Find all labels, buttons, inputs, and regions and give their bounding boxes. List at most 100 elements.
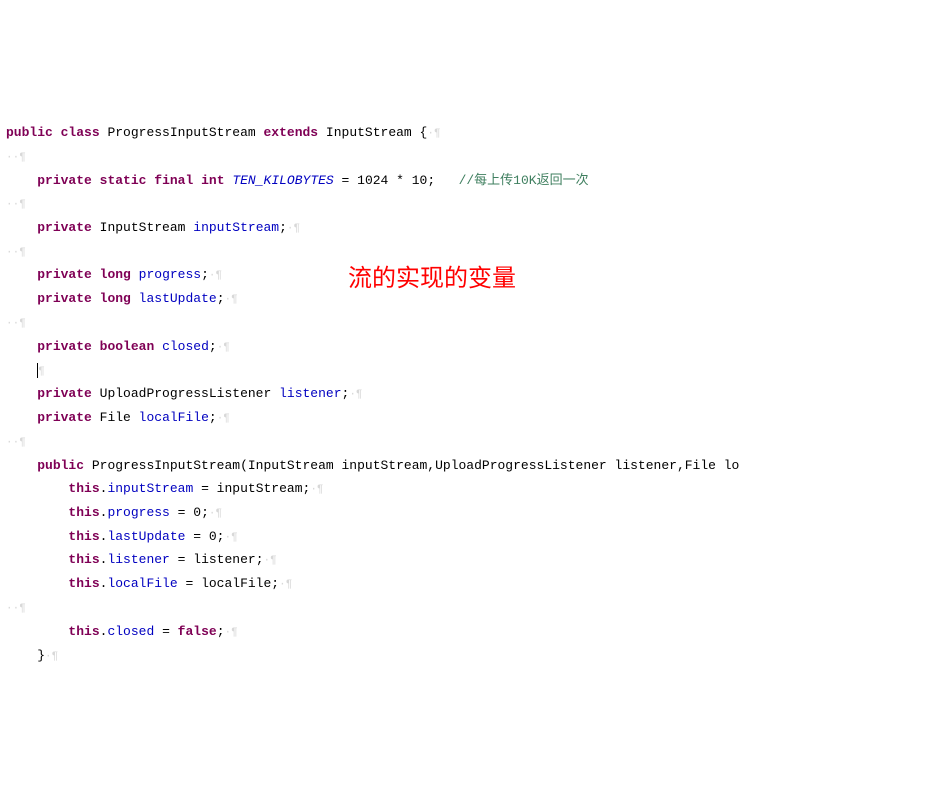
keyword-long: long — [100, 291, 131, 306]
field-name: closed — [162, 339, 209, 354]
keyword-this: this — [68, 552, 99, 567]
keyword-public: public — [6, 125, 53, 140]
field-name: progress — [107, 505, 169, 520]
keyword-private: private — [37, 386, 92, 401]
line-16: }·¶ — [6, 648, 58, 663]
ws-marker: ··¶ — [6, 199, 26, 211]
line-14: this.localFile = localFile;·¶ — [6, 576, 292, 591]
semicolon: ; — [209, 410, 217, 425]
ws-marker: ·¶ — [217, 342, 230, 354]
line-10: this.inputStream = inputStream;·¶ — [6, 481, 324, 496]
dot: . — [100, 552, 108, 567]
line-6: private boolean closed;·¶ — [6, 339, 230, 354]
ws-marker: ··¶ — [6, 247, 26, 259]
assign: = localFile; — [178, 576, 279, 591]
line-blank: ··¶ — [6, 600, 26, 615]
assign: = 0; — [185, 529, 224, 544]
field-name: lastUpdate — [107, 529, 185, 544]
type: InputStream — [100, 220, 186, 235]
ws-marker: ·¶ — [349, 389, 362, 401]
field-name: localFile — [107, 576, 177, 591]
ws-marker: ··¶ — [6, 437, 26, 449]
line-blank: ··¶ — [6, 149, 26, 164]
ws-marker: ·¶ — [225, 627, 238, 639]
ws-marker: ·¶ — [45, 651, 58, 663]
line-8: private File localFile;·¶ — [6, 410, 230, 425]
keyword-this: this — [68, 576, 99, 591]
field-name: lastUpdate — [139, 291, 217, 306]
ws-marker: ·¶ — [217, 413, 230, 425]
semicolon: ; — [217, 291, 225, 306]
type: UploadProgressListener — [100, 386, 272, 401]
keyword-static: static — [100, 173, 147, 188]
assign: = listener; — [170, 552, 264, 567]
ws-marker: ·¶ — [279, 579, 292, 591]
comment: //每上传10K返回一次 — [459, 173, 589, 188]
dot: . — [100, 576, 108, 591]
line-blank: ··¶ — [6, 434, 26, 449]
keyword-final: final — [154, 173, 193, 188]
semicolon: ; — [279, 220, 287, 235]
line-blank: ··¶ — [6, 315, 26, 330]
keyword-int: int — [201, 173, 224, 188]
type: File — [100, 410, 131, 425]
line-15: this.closed = false;·¶ — [6, 624, 238, 639]
line-12: this.lastUpdate = 0;·¶ — [6, 529, 238, 544]
line-blank: ··¶ — [6, 244, 26, 259]
ws-marker: ··¶ — [6, 603, 26, 615]
keyword-private: private — [37, 173, 92, 188]
line-2: private static final int TEN_KILOBYTES =… — [6, 173, 589, 188]
ws-marker: ··¶ — [6, 318, 26, 330]
field-name: localFile — [139, 410, 209, 425]
ws-marker: ¶ — [38, 366, 45, 378]
class-name: ProgressInputStream — [107, 125, 255, 140]
line-3: private InputStream inputStream;·¶ — [6, 220, 300, 235]
keyword-this: this — [68, 529, 99, 544]
super-class: InputStream { — [326, 125, 427, 140]
keyword-false: false — [178, 624, 217, 639]
keyword-private: private — [37, 410, 92, 425]
keyword-private: private — [37, 291, 92, 306]
keyword-extends: extends — [264, 125, 319, 140]
keyword-private: private — [37, 267, 92, 282]
keyword-this: this — [68, 624, 99, 639]
assign: = inputStream; — [193, 481, 310, 496]
ws-marker: ·¶ — [224, 532, 237, 544]
ws-marker: ·¶ — [209, 270, 222, 282]
line-1: public class ProgressInputStream extends… — [6, 125, 441, 140]
semicolon: ; — [217, 624, 225, 639]
line-11: this.progress = 0;·¶ — [6, 505, 222, 520]
red-annotation: 流的实现的变量 — [348, 258, 516, 301]
line-cursor[interactable]: ¶ — [6, 363, 45, 378]
keyword-long: long — [100, 267, 131, 282]
line-5: private long lastUpdate;·¶ — [6, 291, 238, 306]
keyword-this: this — [68, 481, 99, 496]
constructor-sig: ProgressInputStream(InputStream inputStr… — [92, 458, 740, 473]
line-9: public ProgressInputStream(InputStream i… — [6, 458, 739, 473]
line-7: private UploadProgressListener listener;… — [6, 386, 363, 401]
field-name: closed — [107, 624, 154, 639]
field-name: inputStream — [193, 220, 279, 235]
field-name: listener — [107, 552, 169, 567]
field-name: listener — [279, 386, 341, 401]
field-name: inputStream — [107, 481, 193, 496]
assign: = 0; — [170, 505, 209, 520]
field-name: progress — [139, 267, 201, 282]
semicolon: ; — [209, 339, 217, 354]
assign: = — [154, 624, 177, 639]
ws-marker: ·¶ — [427, 128, 440, 140]
line-blank: ··¶ — [6, 196, 26, 211]
ws-marker: ·¶ — [264, 555, 277, 567]
const-value: = 1024 * 10; — [334, 173, 435, 188]
ws-marker: ·¶ — [209, 508, 222, 520]
dot: . — [100, 529, 108, 544]
keyword-boolean: boolean — [100, 339, 155, 354]
ws-marker: ·¶ — [287, 223, 300, 235]
keyword-private: private — [37, 339, 92, 354]
code-block: public class ProgressInputStream extends… — [0, 94, 944, 695]
dot: . — [100, 624, 108, 639]
keyword-class: class — [61, 125, 100, 140]
keyword-public: public — [37, 458, 84, 473]
line-13: this.listener = listener;·¶ — [6, 552, 277, 567]
line-4: private long progress;·¶ — [6, 267, 222, 282]
